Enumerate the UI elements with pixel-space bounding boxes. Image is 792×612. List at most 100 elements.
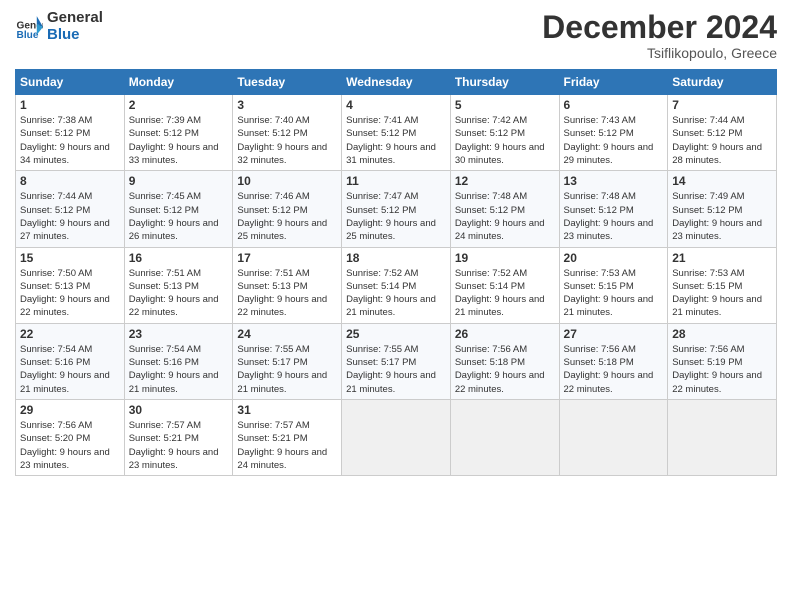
sunset-text: Sunset: 5:14 PM (346, 281, 416, 292)
daylight-text: Daylight: 9 hours and 25 minutes. (346, 218, 436, 242)
calendar-cell: 12Sunrise: 7:48 AMSunset: 5:12 PMDayligh… (450, 171, 559, 247)
sunrise-text: Sunrise: 7:43 AM (564, 115, 636, 126)
sunrise-text: Sunrise: 7:51 AM (129, 268, 201, 279)
header-row: SundayMondayTuesdayWednesdayThursdayFrid… (16, 70, 777, 95)
day-info: Sunrise: 7:54 AMSunset: 5:16 PMDaylight:… (129, 343, 229, 396)
day-info: Sunrise: 7:56 AMSunset: 5:18 PMDaylight:… (564, 343, 664, 396)
daylight-text: Daylight: 9 hours and 23 minutes. (20, 447, 110, 471)
daylight-text: Daylight: 9 hours and 32 minutes. (237, 142, 327, 166)
daylight-text: Daylight: 9 hours and 21 minutes. (237, 370, 327, 394)
daylight-text: Daylight: 9 hours and 21 minutes. (346, 294, 436, 318)
sunset-text: Sunset: 5:20 PM (20, 433, 90, 444)
day-info: Sunrise: 7:39 AMSunset: 5:12 PMDaylight:… (129, 114, 229, 167)
sunset-text: Sunset: 5:17 PM (237, 357, 307, 368)
day-number: 31 (237, 403, 337, 417)
weekday-header: Sunday (16, 70, 125, 95)
sunset-text: Sunset: 5:13 PM (129, 281, 199, 292)
day-info: Sunrise: 7:45 AMSunset: 5:12 PMDaylight:… (129, 190, 229, 243)
day-number: 1 (20, 98, 120, 112)
calendar-cell: 24Sunrise: 7:55 AMSunset: 5:17 PMDayligh… (233, 323, 342, 399)
daylight-text: Daylight: 9 hours and 21 minutes. (20, 370, 110, 394)
sunrise-text: Sunrise: 7:49 AM (672, 191, 744, 202)
day-info: Sunrise: 7:51 AM Sunset: 5:13 PM Daylight:… (129, 267, 229, 320)
calendar-cell: 14Sunrise: 7:49 AMSunset: 5:12 PMDayligh… (668, 171, 777, 247)
day-number: 5 (455, 98, 555, 112)
sunset-text: Sunset: 5:12 PM (346, 205, 416, 216)
day-info: Sunrise: 7:40 AMSunset: 5:12 PMDaylight:… (237, 114, 337, 167)
day-info: Sunrise: 7:55 AMSunset: 5:17 PMDaylight:… (346, 343, 446, 396)
sunset-text: Sunset: 5:12 PM (20, 128, 90, 139)
sunset-text: Sunset: 5:12 PM (564, 205, 634, 216)
sunrise-text: Sunrise: 7:47 AM (346, 191, 418, 202)
daylight-text: Daylight: 9 hours and 21 minutes. (455, 294, 545, 318)
logo-general-text: General (47, 10, 103, 27)
header: General Blue General Blue December 2024 … (15, 10, 777, 61)
sunrise-text: Sunrise: 7:46 AM (237, 191, 309, 202)
day-info: Sunrise: 7:44 AMSunset: 5:12 PMDaylight:… (20, 190, 120, 243)
day-number: 7 (672, 98, 772, 112)
calendar-cell: 30 Sunrise: 7:57 AMSunset: 5:21 PMDayligh… (124, 399, 233, 475)
sunrise-text: Sunrise: 7:56 AM (672, 344, 744, 355)
day-info: Sunrise: 7:52 AMSunset: 5:14 PMDaylight:… (346, 267, 446, 320)
sunrise-text: Sunrise: 7:40 AM (237, 115, 309, 126)
day-number: 25 (346, 327, 446, 341)
day-number: 11 (346, 174, 446, 188)
day-info: Sunrise: 7:57 AMSunset: 5:21 PMDaylight:… (129, 419, 229, 472)
day-number: 4 (346, 98, 446, 112)
sunrise-text: Sunrise: 7:50 AM (20, 268, 92, 279)
calendar-cell: 22Sunrise: 7:54 AMSunset: 5:16 PMDayligh… (16, 323, 125, 399)
day-info: Sunrise: 7:53 AMSunset: 5:15 PMDaylight:… (672, 267, 772, 320)
calendar-cell: 20Sunrise: 7:53 AMSunset: 5:15 PMDayligh… (559, 247, 668, 323)
sunrise-text: Sunrise: 7:54 AM (20, 344, 92, 355)
sunset-text: Sunset: 5:17 PM (346, 357, 416, 368)
day-info: Sunrise: 7:43 AMSunset: 5:12 PMDaylight:… (564, 114, 664, 167)
daylight-text: Daylight: 9 hours and 22 minutes. (20, 294, 110, 318)
sunset-text: Sunset: 5:12 PM (455, 205, 525, 216)
day-info: Sunrise: 7:56 AMSunset: 5:19 PMDaylight:… (672, 343, 772, 396)
daylight-text: Daylight: 9 hours and 26 minutes. (129, 218, 219, 242)
calendar-cell: 23Sunrise: 7:54 AMSunset: 5:16 PMDayligh… (124, 323, 233, 399)
sunset-text: Sunset: 5:12 PM (20, 205, 90, 216)
calendar-week-row: 29 Sunrise: 7:56 AM Sunset: 5:20 PM Dayligh… (16, 399, 777, 475)
calendar-cell (450, 399, 559, 475)
weekday-header: Monday (124, 70, 233, 95)
sunset-text: Sunset: 5:16 PM (129, 357, 199, 368)
day-number: 9 (129, 174, 229, 188)
day-number: 19 (455, 251, 555, 265)
day-number: 15 (20, 251, 120, 265)
sunrise-text: Sunrise: 7:52 AM (455, 268, 527, 279)
calendar-cell (559, 399, 668, 475)
calendar-cell: 21Sunrise: 7:53 AMSunset: 5:15 PMDayligh… (668, 247, 777, 323)
calendar-cell: 3 Sunrise: 7:40 AMSunset: 5:12 PMDaylight… (233, 95, 342, 171)
sunset-text: Sunset: 5:12 PM (672, 128, 742, 139)
day-number: 29 (20, 403, 120, 417)
day-info: Sunrise: 7:52 AMSunset: 5:14 PMDaylight:… (455, 267, 555, 320)
day-number: 16 (129, 251, 229, 265)
calendar-cell: 8Sunrise: 7:44 AMSunset: 5:12 PMDaylight… (16, 171, 125, 247)
calendar-cell: 15Sunrise: 7:50 AMSunset: 5:13 PMDayligh… (16, 247, 125, 323)
sunrise-text: Sunrise: 7:56 AM (455, 344, 527, 355)
sunrise-text: Sunrise: 7:56 AM (20, 420, 92, 431)
sunset-text: Sunset: 5:21 PM (129, 433, 199, 444)
daylight-text: Daylight: 9 hours and 24 minutes. (237, 447, 327, 471)
weekday-header: Tuesday (233, 70, 342, 95)
day-number: 22 (20, 327, 120, 341)
day-number: 10 (237, 174, 337, 188)
calendar-cell: 28Sunrise: 7:56 AMSunset: 5:19 PMDayligh… (668, 323, 777, 399)
day-number: 30 (129, 403, 229, 417)
day-info: Sunrise: 7:38 AMSunset: 5:12 PMDaylight:… (20, 114, 120, 167)
sunset-text: Sunset: 5:15 PM (564, 281, 634, 292)
sunrise-text: Sunrise: 7:53 AM (564, 268, 636, 279)
weekday-header: Saturday (668, 70, 777, 95)
daylight-text: Daylight: 9 hours and 22 minutes. (129, 294, 219, 318)
day-number: 13 (564, 174, 664, 188)
sunset-text: Sunset: 5:15 PM (672, 281, 742, 292)
calendar-cell: 19 Sunrise: 7:52 AMSunset: 5:14 PMDayligh… (450, 247, 559, 323)
daylight-text: Daylight: 9 hours and 28 minutes. (672, 142, 762, 166)
sunrise-text: Sunrise: 7:55 AM (346, 344, 418, 355)
day-info: Sunrise: 7:48 AMSunset: 5:12 PMDaylight:… (455, 190, 555, 243)
day-info: Sunrise: 7:56 AM Sunset: 5:20 PM Daylight:… (20, 419, 120, 472)
logo-icon: General Blue (15, 13, 43, 41)
sunrise-text: Sunrise: 7:41 AM (346, 115, 418, 126)
day-number: 3 (237, 98, 337, 112)
